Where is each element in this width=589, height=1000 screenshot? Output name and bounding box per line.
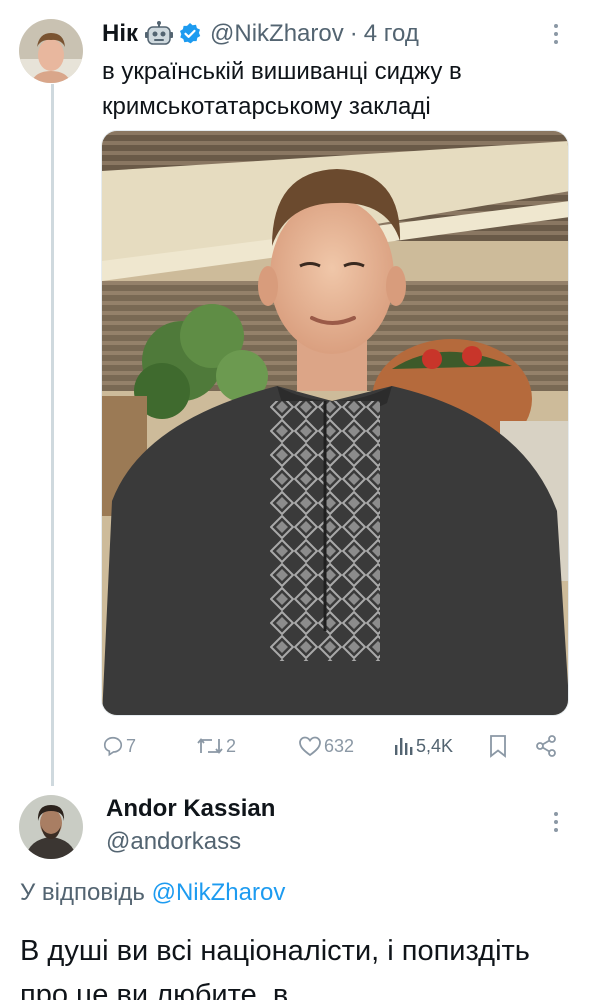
views-count: 5,4K: [416, 735, 454, 756]
retweet-count: 2: [226, 735, 237, 756]
thread-line: [51, 84, 54, 786]
robot-icon: [144, 21, 174, 47]
tweet-action-bar: 7 2 632 5,4K: [102, 731, 564, 761]
reply-count: 7: [126, 735, 137, 756]
reply-button[interactable]: 7: [102, 731, 136, 761]
author-avatar[interactable]: [19, 19, 83, 83]
bookmark-button[interactable]: [488, 731, 510, 761]
reply-icon: [102, 735, 126, 757]
views-chart-icon: [392, 735, 416, 757]
replying-to-prefix: У відповідь: [20, 879, 145, 906]
like-count: 632: [324, 735, 355, 756]
separator-dot: ·: [349, 20, 358, 47]
replying-to-mention-link[interactable]: @NikZharov: [152, 879, 286, 906]
reply-author-avatar[interactable]: [19, 795, 83, 859]
bookmark-icon: [488, 734, 510, 758]
retweet-icon: [196, 735, 226, 757]
reply-more-options-icon[interactable]: [546, 808, 566, 836]
tweet-text: в українській вишиванці сиджу в кримсько…: [102, 58, 462, 120]
share-button[interactable]: [534, 731, 560, 761]
like-button[interactable]: 632: [298, 731, 354, 761]
replying-to-line: У відповідь @NikZharov: [20, 879, 285, 907]
heart-icon: [298, 735, 324, 757]
tweet-photo[interactable]: [101, 130, 569, 716]
author-handle[interactable]: @NikZharov: [210, 20, 344, 48]
reply-text: В душі ви всі націоналісти, і попиздіть …: [20, 935, 530, 1000]
verified-badge-icon[interactable]: [178, 22, 202, 46]
more-options-icon[interactable]: [546, 20, 566, 48]
views-button[interactable]: 5,4K: [392, 731, 453, 761]
share-icon: [534, 734, 560, 758]
tweet-header: Нік @NikZharov · 4 год: [102, 18, 419, 50]
reply-author-handle[interactable]: @andorkass: [106, 828, 241, 856]
retweet-button[interactable]: 2: [196, 731, 236, 761]
author-display-name[interactable]: Нік: [102, 20, 138, 48]
reply-author-display-name[interactable]: Andor Kassian: [106, 795, 275, 823]
tweet-timestamp[interactable]: 4 год: [364, 20, 419, 48]
